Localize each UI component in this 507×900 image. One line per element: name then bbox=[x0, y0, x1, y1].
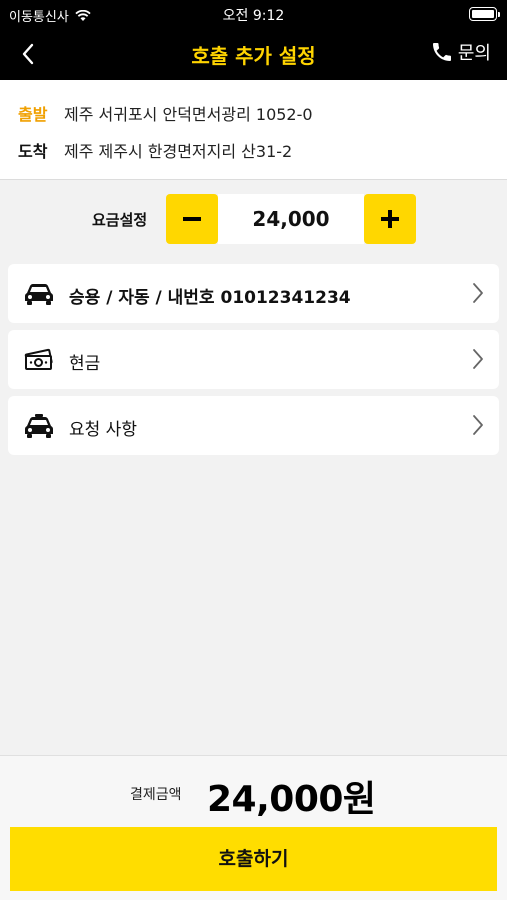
inquiry-button[interactable]: 문의 bbox=[430, 39, 491, 65]
car-icon bbox=[23, 279, 55, 309]
cash-icon bbox=[23, 345, 55, 375]
inquiry-label: 문의 bbox=[457, 43, 491, 64]
chevron-right-icon bbox=[473, 415, 483, 435]
depart-address: 제주 서귀포시 안덕면서광리 1052-0 bbox=[64, 105, 313, 124]
vehicle-option-label: 승용 / 자동 / 내번호 01012341234 bbox=[69, 288, 351, 308]
chevron-right-icon bbox=[473, 349, 483, 369]
fare-increase-button[interactable] bbox=[364, 194, 416, 244]
payment-label: 결제금액 bbox=[130, 787, 182, 803]
route-arrival: 도착 제주 제주시 한경면저지리 산31-2 bbox=[18, 138, 292, 162]
battery-icon bbox=[469, 7, 500, 21]
payment-amount: 24,000원 bbox=[207, 779, 376, 820]
nav-bar: 호출 추가 설정 문의 bbox=[0, 28, 507, 80]
battery-level bbox=[472, 10, 494, 18]
phone-icon bbox=[432, 43, 451, 61]
payment-option-card[interactable]: 현금 bbox=[8, 330, 499, 389]
plus-icon bbox=[381, 210, 399, 228]
status-time: 오전 9:12 bbox=[222, 8, 285, 24]
payment-option-label: 현금 bbox=[69, 354, 101, 374]
status-bar: 이동통신사 오전 9:12 bbox=[0, 0, 507, 28]
call-button[interactable]: 호출하기 bbox=[10, 827, 497, 891]
chevron-right-icon bbox=[473, 283, 483, 303]
arrive-address: 제주 제주시 한경면저지리 산31-2 bbox=[64, 142, 293, 161]
request-option-card[interactable]: 요청 사항 bbox=[8, 396, 499, 455]
payment-footer: 결제금액 24,000원 호출하기 bbox=[0, 755, 507, 900]
route-panel: 출발 제주 서귀포시 안덕면서광리 1052-0 도착 제주 제주시 한경면저지… bbox=[0, 80, 507, 180]
fare-label: 요금설정 bbox=[92, 211, 148, 229]
minus-icon bbox=[183, 217, 201, 221]
top-bar: 이동통신사 오전 9:12 호출 추가 설정 문의 bbox=[0, 0, 507, 80]
fare-decrease-button[interactable] bbox=[166, 194, 218, 244]
route-departure: 출발 제주 서귀포시 안덕면서광리 1052-0 bbox=[18, 101, 313, 125]
vehicle-option-card[interactable]: 승용 / 자동 / 내번호 01012341234 bbox=[8, 264, 499, 323]
fare-value[interactable]: 24,000 bbox=[218, 194, 364, 244]
request-option-label: 요청 사항 bbox=[69, 420, 137, 440]
taxi-icon bbox=[23, 411, 55, 441]
arrive-tag: 도착 bbox=[18, 142, 48, 161]
depart-tag: 출발 bbox=[18, 105, 48, 124]
